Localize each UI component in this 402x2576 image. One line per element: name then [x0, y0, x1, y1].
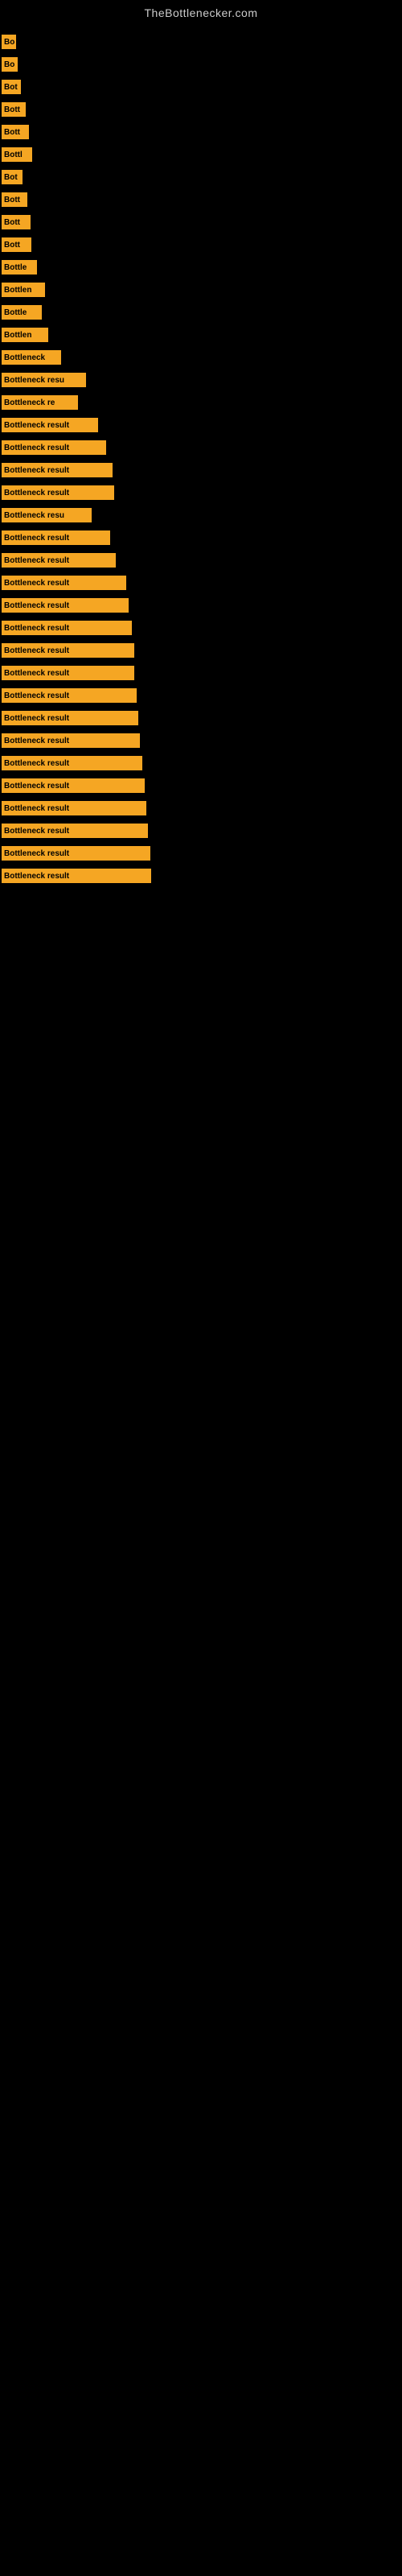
bar-row: Bottleneck result [0, 662, 402, 684]
bar-label: Bottlen [2, 328, 48, 342]
bar-row: Bottlen [0, 279, 402, 301]
bar-label: Bott [2, 237, 31, 252]
bar-label: Bottleneck result [2, 756, 142, 770]
bar-label: Bot [2, 80, 21, 94]
bar-row: Bo [0, 53, 402, 76]
bar-row: Bottleneck result [0, 752, 402, 774]
bar-label: Bottleneck result [2, 688, 137, 703]
bar-row: Bottleneck result [0, 459, 402, 481]
bar-row: Bott [0, 188, 402, 211]
bar-label: Bottleneck result [2, 530, 110, 545]
bar-label: Bottleneck result [2, 666, 134, 680]
bar-row: Bottleneck result [0, 572, 402, 594]
bar-label: Bottleneck re [2, 395, 78, 410]
bar-label: Bottle [2, 260, 37, 275]
bar-label: Bott [2, 192, 27, 207]
bar-row: Bott [0, 211, 402, 233]
bar-row: Bot [0, 166, 402, 188]
bar-label: Bottleneck result [2, 485, 114, 500]
bar-row: Bottleneck resu [0, 504, 402, 526]
bar-label: Bottleneck result [2, 576, 126, 590]
bar-row: Bot [0, 76, 402, 98]
bar-row: Bottleneck re [0, 391, 402, 414]
bar-row: Bottleneck result [0, 842, 402, 865]
bar-label: Bottleneck result [2, 621, 132, 635]
bar-row: Bottleneck result [0, 526, 402, 549]
bar-label: Bottleneck result [2, 463, 113, 477]
bar-label: Bot [2, 170, 23, 184]
bar-label: Bottleneck result [2, 643, 134, 658]
bar-row: Bottleneck result [0, 549, 402, 572]
bar-row: Bottleneck result [0, 594, 402, 617]
bar-row: Bott [0, 233, 402, 256]
bar-label: Bottleneck result [2, 440, 106, 455]
bar-label: Bottleneck result [2, 598, 129, 613]
bar-row: Bottl [0, 143, 402, 166]
bar-label: Bottleneck result [2, 418, 98, 432]
bar-row: Bottleneck result [0, 774, 402, 797]
bar-row: Bottleneck resu [0, 369, 402, 391]
bar-row: Bottleneck result [0, 617, 402, 639]
site-title: TheBottlenecker.com [0, 0, 402, 23]
bar-row: Bottleneck result [0, 729, 402, 752]
bar-label: Bott [2, 215, 31, 229]
bar-row: Bottleneck result [0, 707, 402, 729]
bar-label: Bottleneck resu [2, 508, 92, 522]
bar-row: Bo [0, 31, 402, 53]
bar-label: Bottlen [2, 283, 45, 297]
bar-label: Bottleneck result [2, 846, 150, 861]
bar-row: Bottleneck result [0, 819, 402, 842]
bar-row: Bottle [0, 256, 402, 279]
bar-label: Bottleneck result [2, 778, 145, 793]
bar-row: Bott [0, 121, 402, 143]
bar-label: Bo [2, 35, 16, 49]
bar-label: Bottle [2, 305, 42, 320]
bar-label: Bottleneck result [2, 869, 151, 883]
bar-row: Bottlen [0, 324, 402, 346]
bar-label: Bottleneck [2, 350, 61, 365]
bar-row: Bott [0, 98, 402, 121]
bar-row: Bottleneck result [0, 684, 402, 707]
bar-label: Bottleneck result [2, 553, 116, 568]
bars-wrapper: Bo Bo Bot Bott Bott Bottl Bot Bott Bott Bott Bottl… [0, 23, 402, 887]
bar-label: Bottleneck result [2, 824, 148, 838]
bar-row: Bottleneck result [0, 436, 402, 459]
bar-label: Bott [2, 102, 26, 117]
bar-label: Bottleneck resu [2, 373, 86, 387]
bar-row: Bottleneck result [0, 797, 402, 819]
bar-row: Bottleneck result [0, 414, 402, 436]
bar-row: Bottleneck result [0, 639, 402, 662]
bar-label: Bott [2, 125, 29, 139]
bar-label: Bottleneck result [2, 711, 138, 725]
bar-row: Bottleneck result [0, 481, 402, 504]
bar-label: Bo [2, 57, 18, 72]
bar-label: Bottleneck result [2, 733, 140, 748]
bar-row: Bottleneck result [0, 865, 402, 887]
bar-label: Bottl [2, 147, 32, 162]
bar-row: Bottle [0, 301, 402, 324]
bar-label: Bottleneck result [2, 801, 146, 815]
bar-row: Bottleneck [0, 346, 402, 369]
